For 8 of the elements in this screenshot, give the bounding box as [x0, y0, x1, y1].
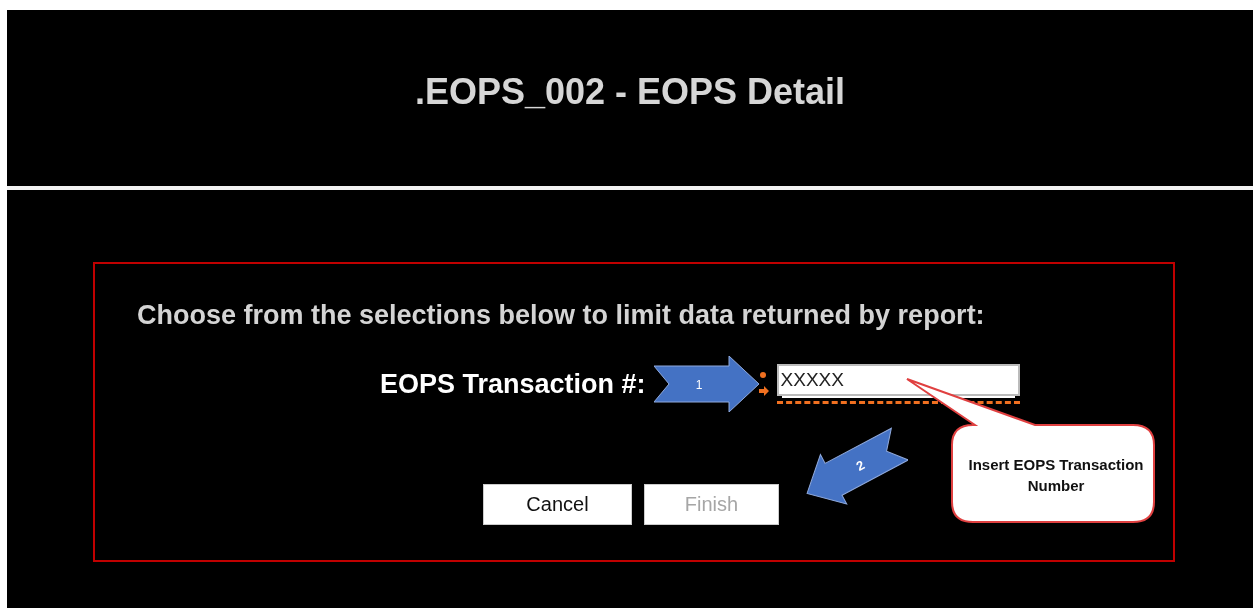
step-arrow: 2	[806, 427, 908, 505]
dialog-button[interactable]: Cancel	[483, 484, 632, 525]
transaction-input[interactable]: XXXXX	[776, 364, 1020, 396]
field-label: EOPS Transaction #:	[380, 368, 646, 400]
report-title: .EOPS_002 - EOPS Detail	[414, 71, 846, 113]
instruction-text: Choose from the selections below to limit data returned by report:	[137, 300, 986, 331]
step-arrow: 1	[653, 356, 760, 412]
callout-text: Insert EOPS Transaction Number	[967, 455, 1145, 496]
